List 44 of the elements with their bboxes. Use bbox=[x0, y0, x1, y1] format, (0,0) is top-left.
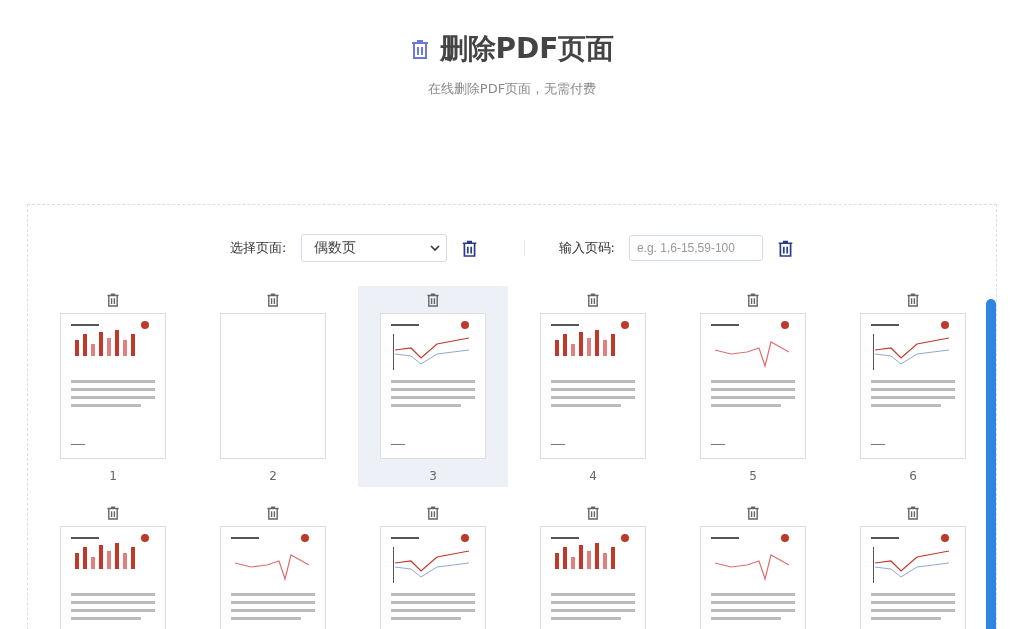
delete-page-button[interactable] bbox=[106, 292, 120, 308]
trash-icon bbox=[906, 292, 920, 308]
delete-page-button[interactable] bbox=[426, 505, 440, 521]
delete-page-button[interactable] bbox=[906, 505, 920, 521]
page-number: 2 bbox=[269, 469, 277, 484]
delete-button[interactable] bbox=[460, 238, 478, 258]
trash-icon bbox=[746, 505, 760, 521]
trash-icon bbox=[586, 505, 600, 521]
delete-page-button[interactable] bbox=[266, 505, 280, 521]
range-label: 输入页码: bbox=[558, 239, 615, 257]
trash-icon bbox=[426, 292, 440, 308]
delete-page-button[interactable] bbox=[906, 292, 920, 308]
page-title: 删除PDF页面 bbox=[439, 31, 615, 67]
delete-page-button[interactable] bbox=[586, 505, 600, 521]
trash-icon bbox=[266, 505, 280, 521]
scrollbar[interactable] bbox=[986, 299, 996, 629]
trash-icon bbox=[460, 238, 478, 258]
page-number: 6 bbox=[909, 469, 917, 484]
page-number: 1 bbox=[109, 469, 117, 484]
page-select[interactable]: 偶数页 bbox=[300, 234, 447, 262]
page-range-field[interactable]: e.g. 1,6-15,59-100 bbox=[628, 235, 763, 261]
trash-icon bbox=[586, 292, 600, 308]
page-number: 5 bbox=[749, 469, 757, 484]
trash-icon bbox=[906, 505, 920, 521]
delete-page-button[interactable] bbox=[426, 292, 440, 308]
trash-icon bbox=[746, 292, 760, 308]
trash-icon bbox=[106, 505, 120, 521]
delete-page-button[interactable] bbox=[746, 505, 760, 521]
delete-page-button[interactable] bbox=[586, 292, 600, 308]
trash-icon bbox=[266, 292, 280, 308]
trash-icon bbox=[776, 238, 794, 258]
delete-page-button[interactable] bbox=[266, 292, 280, 308]
page-card[interactable]: 3 bbox=[358, 286, 508, 487]
page-subtitle: 在线删除PDF页面，无需付费 bbox=[427, 80, 597, 98]
delete-button[interactable] bbox=[776, 238, 794, 258]
select-label: 选择页面: bbox=[230, 239, 287, 257]
page-number: 4 bbox=[589, 469, 597, 484]
delete-page-button[interactable] bbox=[106, 505, 120, 521]
trash-icon bbox=[106, 292, 120, 308]
trash-icon bbox=[426, 505, 440, 521]
trash-icon bbox=[409, 38, 430, 60]
chevron-down-icon bbox=[429, 245, 440, 251]
delete-page-button[interactable] bbox=[746, 292, 760, 308]
page-number: 3 bbox=[429, 469, 437, 484]
